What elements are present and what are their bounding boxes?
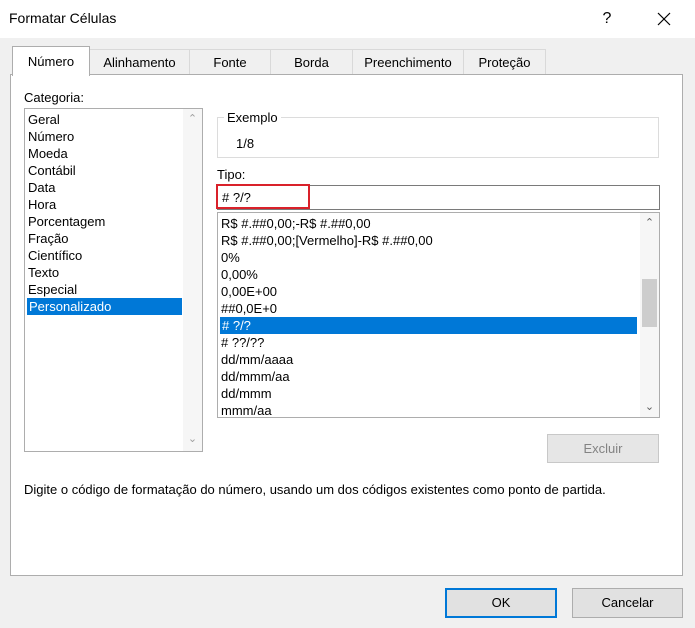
- scroll-up-icon[interactable]: ⌃: [183, 111, 202, 128]
- tab-alinhamento[interactable]: Alinhamento: [89, 49, 190, 74]
- format-item[interactable]: ##0,0E+0: [221, 300, 277, 317]
- format-item[interactable]: 0%: [221, 249, 240, 266]
- categoria-item[interactable]: Porcentagem: [28, 213, 105, 230]
- format-item[interactable]: R$ #.##0,00;[Vermelho]-R$ #.##0,00: [221, 232, 433, 249]
- tab-numero[interactable]: Número: [12, 46, 90, 76]
- title-bar: Formatar Células ?: [0, 0, 695, 38]
- tab-protecao[interactable]: Proteção: [463, 49, 546, 74]
- categoria-item-selected[interactable]: Personalizado: [27, 298, 182, 315]
- excluir-button[interactable]: Excluir: [547, 434, 659, 463]
- cancel-button[interactable]: Cancelar: [572, 588, 683, 618]
- tab-preenchimento[interactable]: Preenchimento: [352, 49, 464, 74]
- scroll-down-icon[interactable]: ⌄: [640, 399, 659, 416]
- formats-listbox[interactable]: R$ #.##0,00;-R$ #.##0,00 R$ #.##0,00;[Ve…: [217, 212, 660, 418]
- close-icon: [657, 12, 671, 26]
- exemplo-value: 1/8: [236, 136, 255, 151]
- formats-scrollbar[interactable]: ⌃ ⌄: [640, 213, 659, 417]
- categoria-label: Categoria:: [24, 90, 84, 105]
- categoria-item[interactable]: Número: [28, 128, 74, 145]
- categoria-item[interactable]: Geral: [28, 111, 60, 128]
- format-item[interactable]: mmm/aa: [221, 402, 272, 417]
- tab-borda[interactable]: Borda: [270, 49, 353, 74]
- format-item[interactable]: dd/mmm/aa: [221, 368, 290, 385]
- format-item[interactable]: R$ #.##0,00;-R$ #.##0,00: [221, 215, 371, 232]
- categoria-item[interactable]: Data: [28, 179, 55, 196]
- exemplo-groupbox: [217, 117, 659, 158]
- categoria-item[interactable]: Moeda: [28, 145, 68, 162]
- categoria-item[interactable]: Especial: [28, 281, 77, 298]
- format-item[interactable]: # ??/??: [221, 334, 264, 351]
- format-item[interactable]: dd/mmm: [221, 385, 272, 402]
- format-item-selected[interactable]: # ?/?: [220, 317, 637, 334]
- format-item[interactable]: 0,00E+00: [221, 283, 277, 300]
- categoria-item[interactable]: Texto: [28, 264, 59, 281]
- categoria-item[interactable]: Hora: [28, 196, 56, 213]
- format-item[interactable]: 0,00%: [221, 266, 258, 283]
- scroll-down-icon[interactable]: ⌄: [183, 431, 202, 448]
- scroll-thumb[interactable]: [642, 279, 657, 327]
- categoria-scrollbar[interactable]: ⌃ ⌄: [183, 109, 202, 451]
- tipo-label: Tipo:: [217, 167, 246, 182]
- close-button[interactable]: [651, 6, 677, 32]
- ok-button[interactable]: OK: [445, 588, 557, 618]
- categoria-item[interactable]: Contábil: [28, 162, 76, 179]
- categoria-item[interactable]: Fração: [28, 230, 68, 247]
- tab-fonte[interactable]: Fonte: [189, 49, 271, 74]
- scroll-up-icon[interactable]: ⌃: [640, 215, 659, 232]
- categoria-item[interactable]: Científico: [28, 247, 82, 264]
- categoria-listbox[interactable]: Geral Número Moeda Contábil Data Hora Po…: [24, 108, 203, 452]
- description-text: Digite o código de formatação do número,…: [24, 482, 606, 497]
- highlight-box: [216, 184, 310, 209]
- help-button[interactable]: ?: [594, 8, 620, 30]
- format-item[interactable]: dd/mm/aaaa: [221, 351, 293, 368]
- exemplo-label: Exemplo: [224, 110, 281, 125]
- dialog-title: Formatar Células: [9, 10, 117, 26]
